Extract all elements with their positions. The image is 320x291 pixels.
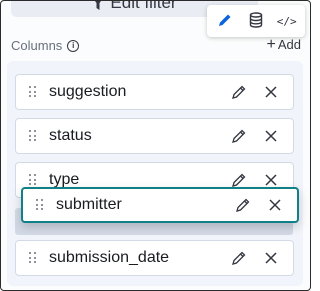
- edit-filter-label: Edit filter: [110, 0, 177, 12]
- drag-handle-icon[interactable]: [36, 199, 44, 211]
- data-mode-button[interactable]: [242, 7, 271, 35]
- column-name: suggestion: [49, 83, 127, 100]
- columns-heading: Columns i: [11, 38, 80, 53]
- remove-column-button[interactable]: [265, 195, 285, 215]
- code-mode-button[interactable]: </>: [272, 7, 301, 35]
- close-icon: [265, 86, 277, 98]
- column-row-submitter[interactable]: submitter: [21, 187, 299, 223]
- drag-handle-icon[interactable]: [29, 86, 37, 98]
- drag-handle-icon[interactable]: [29, 174, 37, 186]
- close-icon: [269, 199, 281, 211]
- edit-column-button[interactable]: [229, 82, 249, 102]
- column-name: status: [49, 127, 92, 144]
- close-icon: [265, 174, 277, 186]
- drag-handle-icon[interactable]: [29, 130, 37, 142]
- code-icon: </>: [276, 14, 297, 28]
- pencil-icon: [232, 85, 246, 99]
- add-label: Add: [277, 37, 301, 52]
- plus-icon: +: [266, 35, 276, 53]
- close-icon: [265, 130, 277, 142]
- filter-icon: [92, 1, 104, 10]
- edit-column-button[interactable]: [229, 126, 249, 146]
- close-icon: [265, 252, 277, 264]
- remove-column-button[interactable]: [261, 82, 281, 102]
- column-row-status[interactable]: status: [15, 118, 294, 154]
- pencil-icon: [232, 129, 246, 143]
- columns-label: Columns: [11, 38, 63, 53]
- column-name: submission_date: [49, 249, 170, 266]
- column-row-suggestion[interactable]: suggestion: [15, 74, 294, 110]
- pencil-icon: [217, 12, 233, 31]
- drag-handle-icon[interactable]: [29, 252, 37, 264]
- edit-mode-button[interactable]: [211, 7, 240, 35]
- edit-filter-panel: Edit filter </> Columns i + Add suggesti…: [0, 0, 311, 291]
- mode-toolbar: </>: [207, 5, 305, 37]
- info-icon[interactable]: i: [67, 39, 80, 52]
- edit-column-button[interactable]: [233, 195, 253, 215]
- remove-column-button[interactable]: [261, 126, 281, 146]
- add-column-button[interactable]: + Add: [266, 35, 301, 53]
- column-name: submitter: [56, 196, 122, 213]
- column-row-submission-date[interactable]: submission_date: [15, 240, 294, 276]
- pencil-icon: [236, 198, 250, 212]
- database-icon: [249, 11, 263, 31]
- pencil-icon: [232, 251, 246, 265]
- edit-column-button[interactable]: [229, 248, 249, 268]
- pencil-icon: [232, 173, 246, 187]
- remove-column-button[interactable]: [261, 248, 281, 268]
